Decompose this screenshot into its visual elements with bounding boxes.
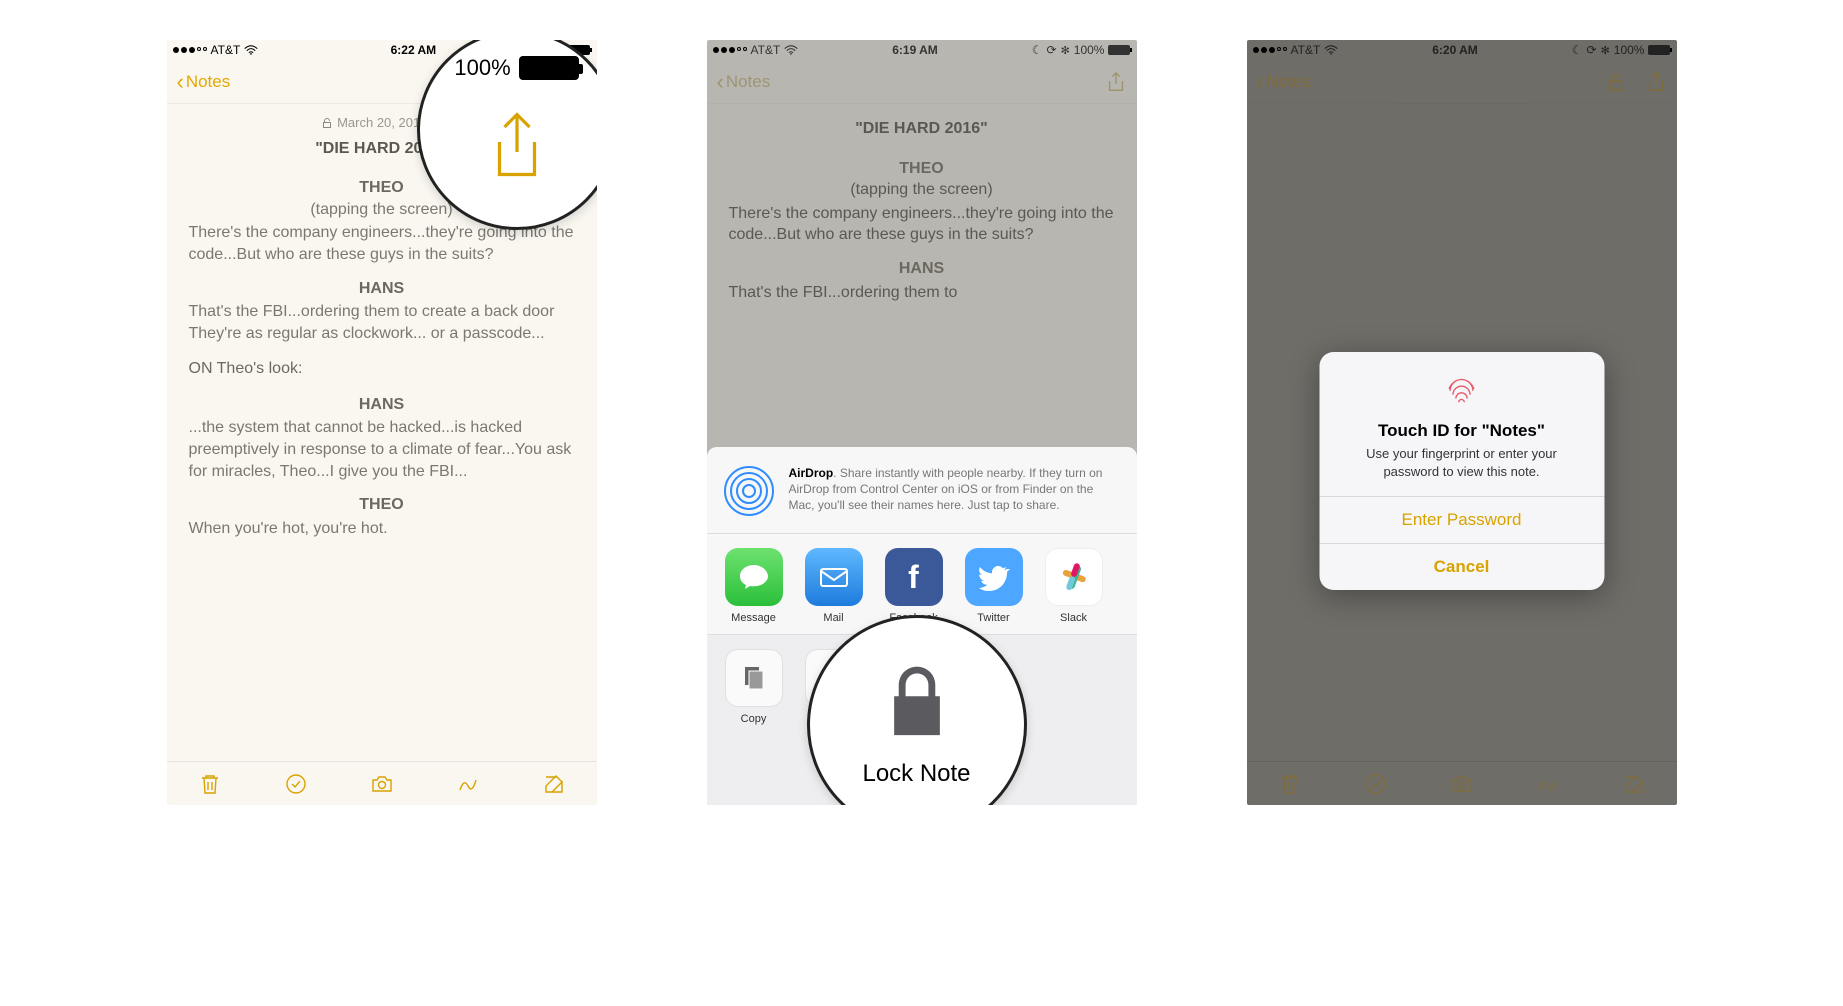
share-app-twitter[interactable]: Twitter (961, 548, 1027, 624)
wifi-icon (784, 45, 798, 55)
battery-icon (519, 56, 579, 80)
alert-message: Use your fingerprint or enter your passw… (1341, 445, 1582, 480)
trash-icon[interactable] (1278, 772, 1302, 796)
carrier-label: AT&T (211, 43, 241, 57)
bottom-toolbar (1247, 761, 1677, 805)
share-icon[interactable] (1105, 71, 1127, 93)
share-icon[interactable] (487, 112, 547, 182)
battery-pct-label: 100% (1614, 43, 1645, 57)
copy-icon (725, 649, 783, 707)
phone-screen-2: AT&T 6:19 AM ☾ ⟳ ✻ 100% ‹ Notes "DIE HAR… (707, 40, 1137, 805)
compose-icon[interactable] (542, 772, 566, 796)
enter-password-button[interactable]: Enter Password (1319, 497, 1604, 544)
rotation-lock-icon: ⟳ (1047, 43, 1057, 57)
dnd-icon: ☾ (1032, 43, 1043, 57)
signal-dots-icon (173, 47, 207, 53)
wifi-icon (244, 45, 258, 55)
character-name: THEO (189, 494, 575, 516)
mail-icon (805, 548, 863, 606)
rotation-lock-icon: ⟳ (1587, 43, 1597, 57)
fingerprint-icon (1443, 370, 1481, 408)
back-label: Notes (186, 72, 230, 92)
sketch-icon[interactable] (456, 772, 480, 796)
trash-icon[interactable] (198, 772, 222, 796)
scene-note: ON Theo's look: (189, 358, 575, 380)
bluetooth-icon: ✻ (1061, 44, 1070, 57)
phone-screen-1: AT&T 6:22 AM ‹ Notes March 20, 2016 at "… (167, 40, 597, 805)
chevron-left-icon: ‹ (1257, 69, 1264, 95)
carrier-label: AT&T (751, 43, 781, 57)
battery-pct-label: 100% (1074, 43, 1105, 57)
share-app-message[interactable]: Message (721, 548, 787, 624)
compose-icon[interactable] (1622, 772, 1646, 796)
back-label: Notes (726, 72, 770, 92)
back-label: Notes (1266, 72, 1310, 92)
dialogue-text: That's the FBI...ordering them to create… (189, 301, 575, 344)
wifi-icon (1324, 45, 1338, 55)
lock-icon[interactable] (1605, 71, 1627, 93)
note-body: "DIE HARD 2016" THEO (tapping the screen… (707, 104, 1137, 315)
status-bar: AT&T 6:19 AM ☾ ⟳ ✻ 100% (707, 40, 1137, 60)
dialogue-text: When you're hot, you're hot. (189, 518, 575, 540)
character-name: THEO (729, 158, 1115, 180)
action-copy[interactable]: Copy (721, 649, 787, 725)
sketch-icon[interactable] (1536, 772, 1560, 796)
share-icon[interactable] (1645, 71, 1667, 93)
touch-id-alert: Touch ID for "Notes" Use your fingerprin… (1319, 352, 1604, 590)
zoom-lock-label: Lock Note (862, 760, 970, 788)
character-name: HANS (189, 278, 575, 300)
alert-title: Touch ID for "Notes" (1341, 421, 1582, 441)
share-app-mail[interactable]: Mail (801, 548, 867, 624)
twitter-icon (965, 548, 1023, 606)
unlocked-icon (321, 117, 333, 129)
phone-screen-3: AT&T 6:20 AM ☾ ⟳ ✻ 100% ‹ Notes (1247, 40, 1677, 805)
zoom-battery-label: 100% (454, 55, 510, 81)
airdrop-section[interactable]: AirDrop. Share instantly with people nea… (707, 447, 1137, 534)
status-bar: AT&T 6:20 AM ☾ ⟳ ✻ 100% (1247, 40, 1677, 60)
clock-label: 6:22 AM (391, 43, 437, 57)
signal-dots-icon (1253, 47, 1287, 53)
battery-icon (1108, 45, 1130, 55)
stage-direction: (tapping the screen) (729, 179, 1115, 201)
bottom-toolbar (167, 761, 597, 805)
dnd-icon: ☾ (1572, 43, 1583, 57)
lock-icon[interactable] (877, 662, 957, 742)
dialogue-text: ...the system that cannot be hacked...is… (189, 417, 575, 482)
character-name: HANS (729, 258, 1115, 280)
dialogue-text: There's the company engineers...they're … (729, 203, 1115, 246)
back-button[interactable]: ‹ Notes (717, 69, 771, 95)
facebook-icon: f (885, 548, 943, 606)
clock-label: 6:19 AM (892, 43, 938, 57)
chevron-left-icon: ‹ (717, 69, 724, 95)
battery-icon (1648, 45, 1670, 55)
airdrop-text: AirDrop. Share instantly with people nea… (789, 465, 1121, 517)
checklist-icon[interactable] (284, 772, 308, 796)
nav-bar: ‹ Notes (1247, 60, 1677, 104)
slack-icon (1045, 548, 1103, 606)
back-button[interactable]: ‹ Notes (1257, 69, 1311, 95)
camera-icon[interactable] (1450, 772, 1474, 796)
cancel-button[interactable]: Cancel (1319, 544, 1604, 590)
share-app-slack[interactable]: Slack (1041, 548, 1107, 624)
clock-label: 6:20 AM (1432, 43, 1478, 57)
back-button[interactable]: ‹ Notes (177, 69, 231, 95)
airdrop-icon (723, 465, 775, 517)
bluetooth-icon: ✻ (1601, 44, 1610, 57)
dialogue-text: That's the FBI...ordering them to (729, 282, 1115, 304)
character-name: HANS (189, 394, 575, 416)
checklist-icon[interactable] (1364, 772, 1388, 796)
signal-dots-icon (713, 47, 747, 53)
carrier-label: AT&T (1291, 43, 1321, 57)
share-app-facebook[interactable]: fFacebook (881, 548, 947, 624)
chevron-left-icon: ‹ (177, 69, 184, 95)
nav-bar: ‹ Notes (707, 60, 1137, 104)
note-title: "DIE HARD 2016" (729, 118, 1115, 140)
camera-icon[interactable] (370, 772, 394, 796)
message-icon (725, 548, 783, 606)
